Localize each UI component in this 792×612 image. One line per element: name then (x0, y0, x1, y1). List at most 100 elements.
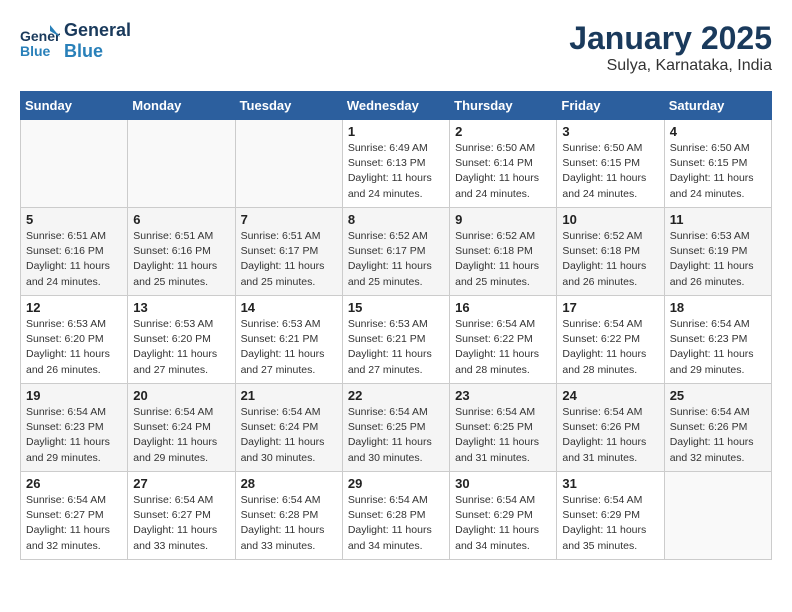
day-info: Sunrise: 6:51 AMSunset: 6:16 PMDaylight:… (133, 229, 229, 290)
day-info: Sunrise: 6:50 AMSunset: 6:15 PMDaylight:… (562, 141, 658, 202)
calendar-cell: 10 Sunrise: 6:52 AMSunset: 6:18 PMDayligh… (557, 208, 664, 296)
day-number: 17 (562, 300, 658, 315)
calendar-cell: 2Sunrise: 6:50 AMSunset: 6:14 PMDaylight… (450, 120, 557, 208)
day-info: Sunrise: 6:53 AMSunset: 6:19 PMDaylight:… (670, 229, 766, 290)
day-number: 18 (670, 300, 766, 315)
logo: General Blue General Blue (20, 20, 131, 62)
day-info: Sunrise: 6:54 AMSunset: 6:23 PMDaylight:… (26, 405, 122, 466)
calendar-cell: 6 Sunrise: 6:51 AMSunset: 6:16 PMDaylight… (128, 208, 235, 296)
day-number: 23 (455, 388, 551, 403)
calendar-cell: 23 Sunrise: 6:54 AMSunset: 6:25 PMDayligh… (450, 384, 557, 472)
day-info: Sunrise: 6:54 AMSunset: 6:29 PMDaylight:… (562, 493, 658, 554)
day-info: Sunrise: 6:54 AMSunset: 6:27 PMDaylight:… (26, 493, 122, 554)
weekday-header-wednesday: Wednesday (342, 92, 449, 120)
day-number: 13 (133, 300, 229, 315)
calendar-cell: 19 Sunrise: 6:54 AMSunset: 6:23 PMDayligh… (21, 384, 128, 472)
calendar-cell: 7 Sunrise: 6:51 AMSunset: 6:17 PMDaylight… (235, 208, 342, 296)
day-number: 20 (133, 388, 229, 403)
day-number: 30 (455, 476, 551, 491)
calendar-cell: 22Sunrise: 6:54 AMSunset: 6:25 PMDayligh… (342, 384, 449, 472)
day-info: Sunrise: 6:54 AMSunset: 6:24 PMDaylight:… (133, 405, 229, 466)
weekday-header-row: SundayMondayTuesdayWednesdayThursdayFrid… (21, 92, 772, 120)
weekday-header-tuesday: Tuesday (235, 92, 342, 120)
calendar-cell: 13 Sunrise: 6:53 AMSunset: 6:20 PMDayligh… (128, 296, 235, 384)
calendar-cell: 14 Sunrise: 6:53 AMSunset: 6:21 PMDayligh… (235, 296, 342, 384)
calendar-cell: 11Sunrise: 6:53 AMSunset: 6:19 PMDayligh… (664, 208, 771, 296)
day-info: Sunrise: 6:54 AMSunset: 6:22 PMDaylight:… (562, 317, 658, 378)
weekday-header-friday: Friday (557, 92, 664, 120)
day-number: 9 (455, 212, 551, 227)
svg-text:Blue: Blue (20, 43, 51, 59)
calendar-cell: 28Sunrise: 6:54 AMSunset: 6:28 PMDayligh… (235, 472, 342, 560)
day-number: 10 (562, 212, 658, 227)
day-number: 24 (562, 388, 658, 403)
day-number: 29 (348, 476, 444, 491)
day-info: Sunrise: 6:54 AMSunset: 6:23 PMDaylight:… (670, 317, 766, 378)
day-info: Sunrise: 6:54 AMSunset: 6:24 PMDaylight:… (241, 405, 337, 466)
calendar-cell: 5 Sunrise: 6:51 AMSunset: 6:16 PMDaylight… (21, 208, 128, 296)
day-number: 19 (26, 388, 122, 403)
day-info: Sunrise: 6:50 AMSunset: 6:14 PMDaylight:… (455, 141, 551, 202)
day-number: 7 (241, 212, 337, 227)
day-info: Sunrise: 6:53 AMSunset: 6:21 PMDaylight:… (348, 317, 444, 378)
day-info: Sunrise: 6:54 AMSunset: 6:27 PMDaylight:… (133, 493, 229, 554)
logo-icon: General Blue (20, 23, 60, 59)
day-number: 5 (26, 212, 122, 227)
day-info: Sunrise: 6:52 AMSunset: 6:18 PMDaylight:… (455, 229, 551, 290)
calendar-cell: 15 Sunrise: 6:53 AMSunset: 6:21 PMDayligh… (342, 296, 449, 384)
day-number: 14 (241, 300, 337, 315)
page-header: General Blue General Blue January 2025 S… (20, 20, 772, 75)
calendar-cell: 16 Sunrise: 6:54 AMSunset: 6:22 PMDayligh… (450, 296, 557, 384)
calendar-table: SundayMondayTuesdayWednesdayThursdayFrid… (20, 91, 772, 560)
calendar-cell: 24 Sunrise: 6:54 AMSunset: 6:26 PMDayligh… (557, 384, 664, 472)
calendar-cell: 26 Sunrise: 6:54 AMSunset: 6:27 PMDayligh… (21, 472, 128, 560)
day-info: Sunrise: 6:52 AMSunset: 6:17 PMDaylight:… (348, 229, 444, 290)
location-subtitle: Sulya, Karnataka, India (569, 57, 772, 75)
weekday-header-monday: Monday (128, 92, 235, 120)
day-number: 16 (455, 300, 551, 315)
weekday-header-thursday: Thursday (450, 92, 557, 120)
calendar-week-3: 12Sunrise: 6:53 AMSunset: 6:20 PMDayligh… (21, 296, 772, 384)
calendar-week-2: 5 Sunrise: 6:51 AMSunset: 6:16 PMDaylight… (21, 208, 772, 296)
day-info: Sunrise: 6:51 AMSunset: 6:17 PMDaylight:… (241, 229, 337, 290)
calendar-week-1: 1 Sunrise: 6:49 AMSunset: 6:13 PMDaylight… (21, 120, 772, 208)
calendar-cell: 3 Sunrise: 6:50 AMSunset: 6:15 PMDaylight… (557, 120, 664, 208)
day-info: Sunrise: 6:54 AMSunset: 6:28 PMDaylight:… (348, 493, 444, 554)
day-info: Sunrise: 6:54 AMSunset: 6:22 PMDaylight:… (455, 317, 551, 378)
day-number: 26 (26, 476, 122, 491)
weekday-header-saturday: Saturday (664, 92, 771, 120)
day-number: 4 (670, 124, 766, 139)
calendar-cell: 29 Sunrise: 6:54 AMSunset: 6:28 PMDayligh… (342, 472, 449, 560)
day-info: Sunrise: 6:49 AMSunset: 6:13 PMDaylight:… (348, 141, 444, 202)
day-info: Sunrise: 6:53 AMSunset: 6:20 PMDaylight:… (26, 317, 122, 378)
logo-line2: Blue (64, 41, 131, 62)
day-info: Sunrise: 6:54 AMSunset: 6:25 PMDaylight:… (455, 405, 551, 466)
day-number: 21 (241, 388, 337, 403)
day-number: 6 (133, 212, 229, 227)
day-info: Sunrise: 6:50 AMSunset: 6:15 PMDaylight:… (670, 141, 766, 202)
day-number: 1 (348, 124, 444, 139)
day-info: Sunrise: 6:54 AMSunset: 6:26 PMDaylight:… (670, 405, 766, 466)
calendar-cell (235, 120, 342, 208)
day-number: 31 (562, 476, 658, 491)
calendar-cell (664, 472, 771, 560)
logo-line1: General (64, 20, 131, 41)
calendar-cell: 4 Sunrise: 6:50 AMSunset: 6:15 PMDaylight… (664, 120, 771, 208)
day-info: Sunrise: 6:54 AMSunset: 6:26 PMDaylight:… (562, 405, 658, 466)
day-info: Sunrise: 6:53 AMSunset: 6:20 PMDaylight:… (133, 317, 229, 378)
day-number: 22 (348, 388, 444, 403)
day-number: 15 (348, 300, 444, 315)
day-number: 25 (670, 388, 766, 403)
day-info: Sunrise: 6:54 AMSunset: 6:29 PMDaylight:… (455, 493, 551, 554)
day-number: 27 (133, 476, 229, 491)
calendar-cell: 17 Sunrise: 6:54 AMSunset: 6:22 PMDayligh… (557, 296, 664, 384)
day-info: Sunrise: 6:53 AMSunset: 6:21 PMDaylight:… (241, 317, 337, 378)
calendar-week-5: 26 Sunrise: 6:54 AMSunset: 6:27 PMDayligh… (21, 472, 772, 560)
day-info: Sunrise: 6:52 AMSunset: 6:18 PMDaylight:… (562, 229, 658, 290)
calendar-cell: 18 Sunrise: 6:54 AMSunset: 6:23 PMDayligh… (664, 296, 771, 384)
calendar-cell: 25 Sunrise: 6:54 AMSunset: 6:26 PMDayligh… (664, 384, 771, 472)
day-info: Sunrise: 6:51 AMSunset: 6:16 PMDaylight:… (26, 229, 122, 290)
day-number: 3 (562, 124, 658, 139)
calendar-cell: 12Sunrise: 6:53 AMSunset: 6:20 PMDayligh… (21, 296, 128, 384)
calendar-cell (128, 120, 235, 208)
